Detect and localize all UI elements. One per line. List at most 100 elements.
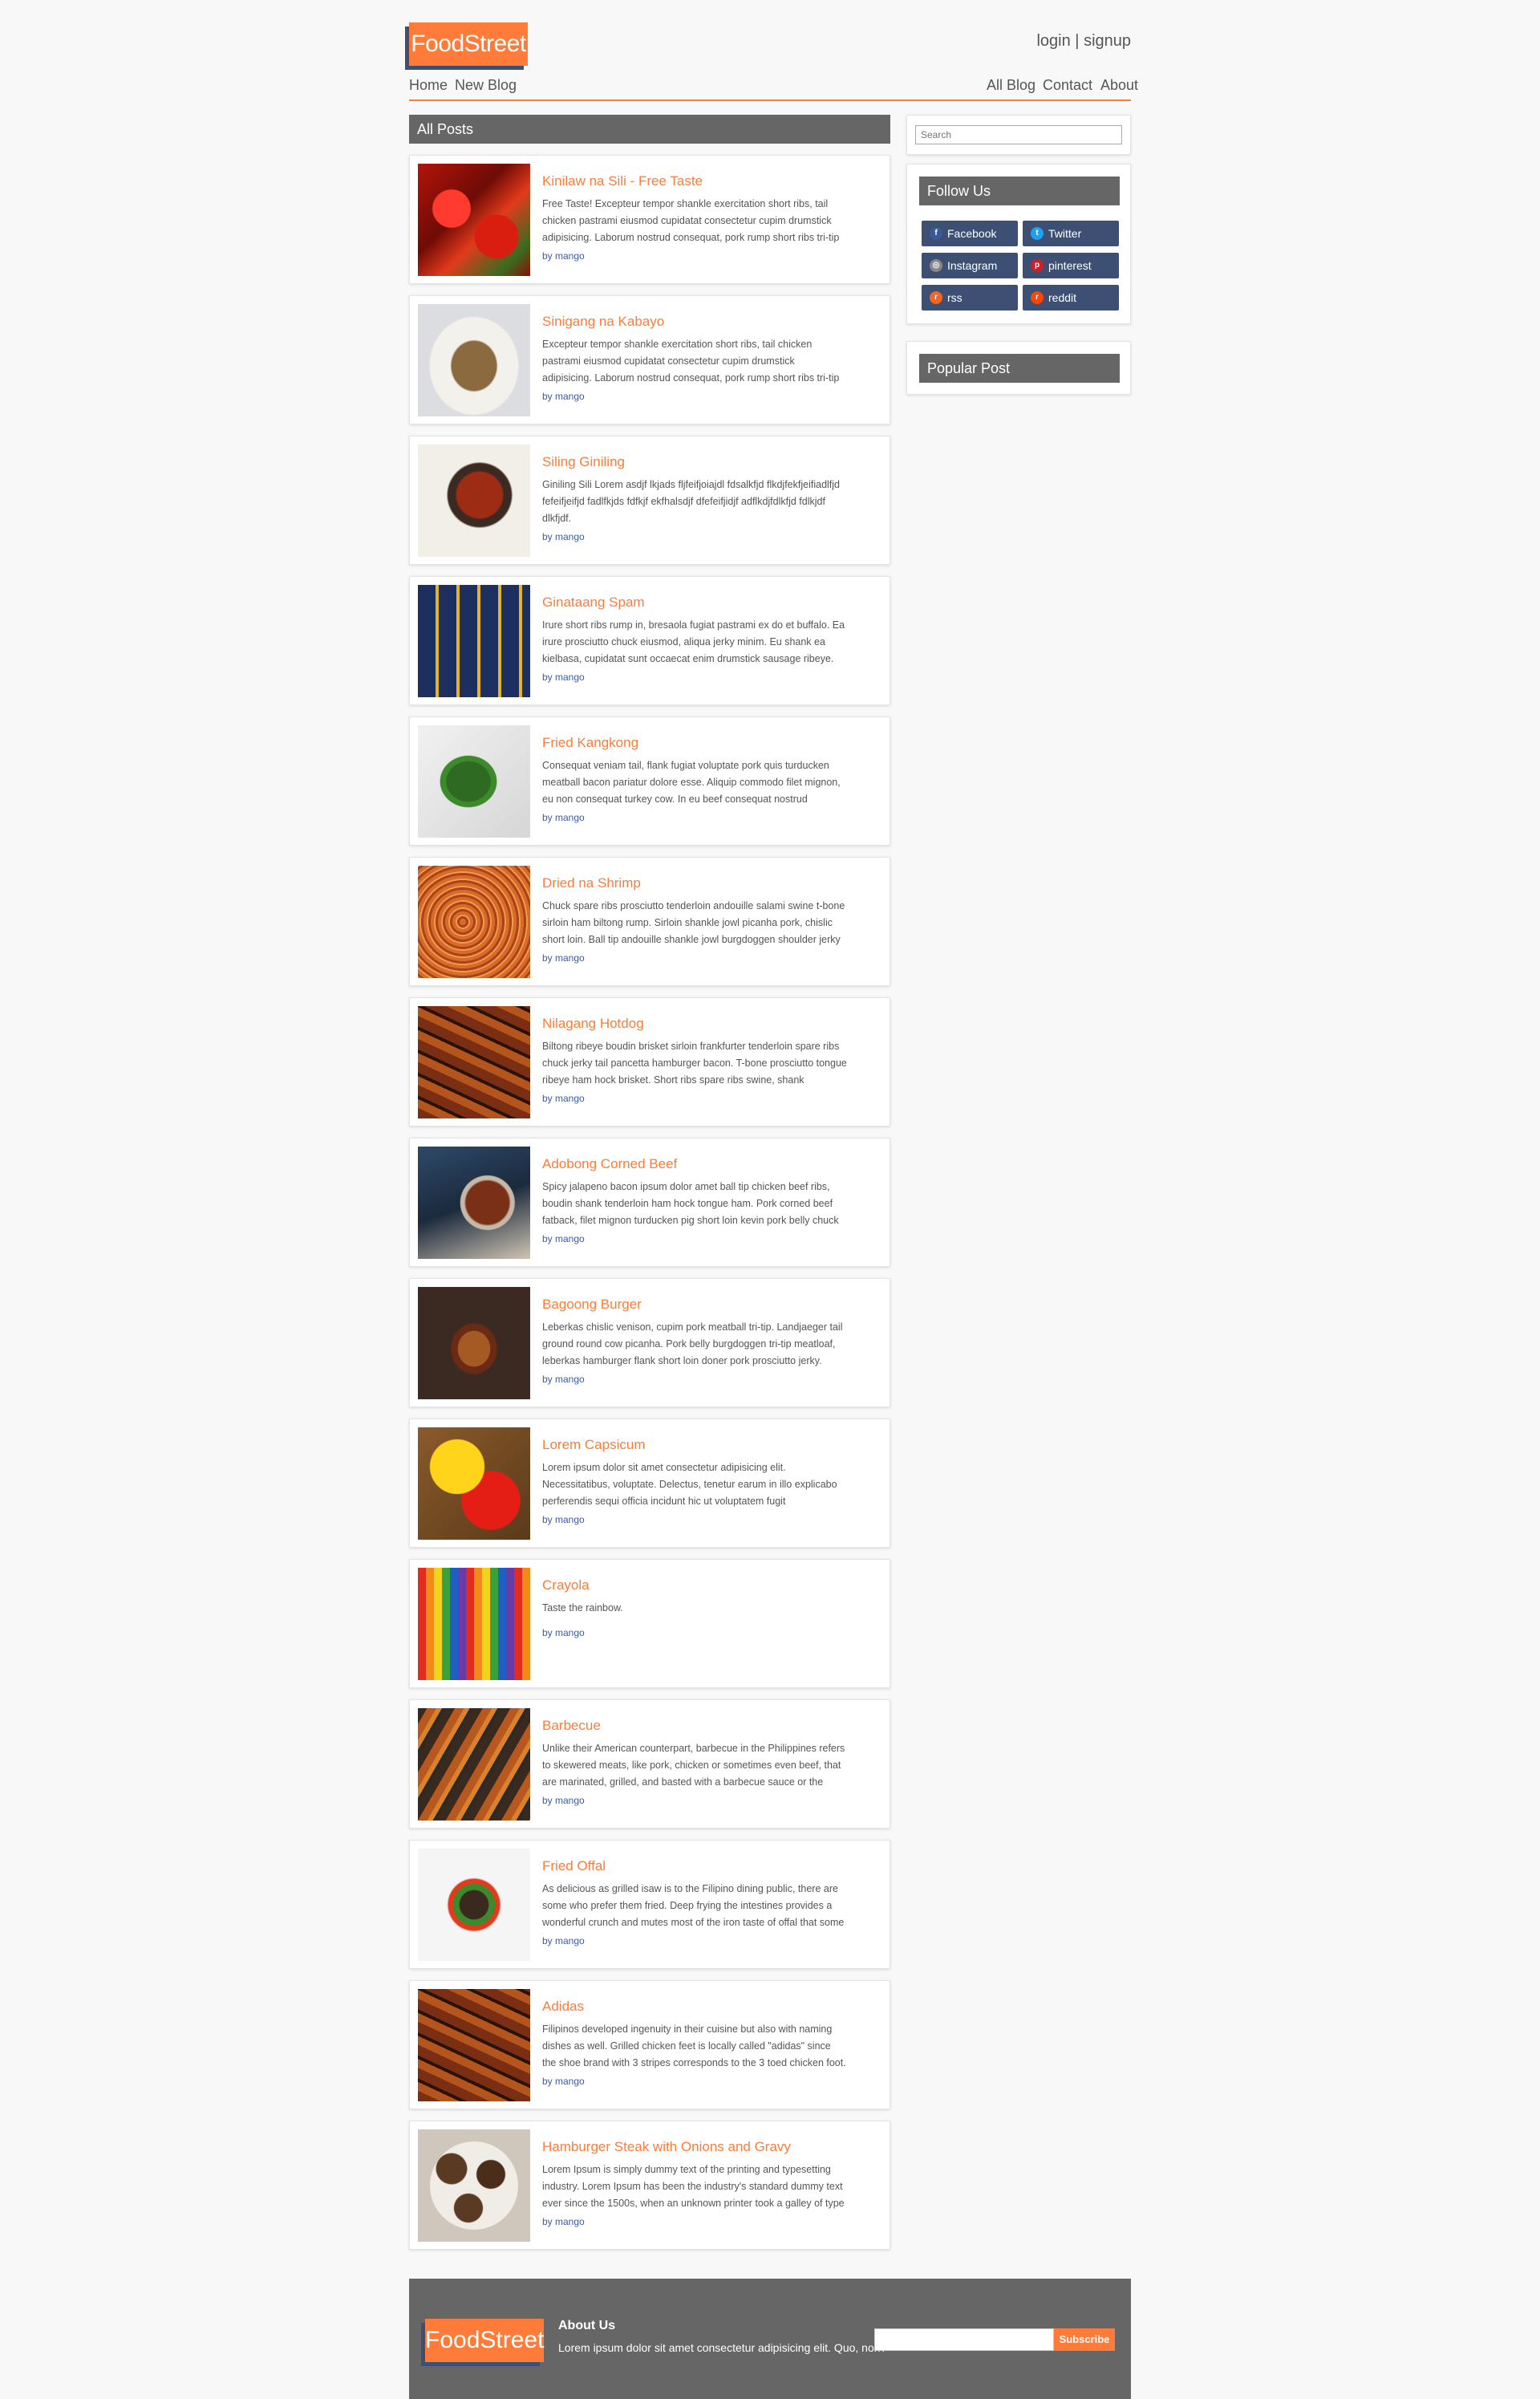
ramekin-dish-image[interactable] bbox=[418, 444, 530, 557]
follow-us-heading: Follow Us bbox=[919, 177, 1120, 205]
post-excerpt: Free Taste! Excepteur tempor shankle exe… bbox=[542, 198, 840, 243]
post-title[interactable]: Ginataang Spam bbox=[542, 595, 645, 611]
post-title[interactable]: Siling Giniling bbox=[542, 454, 625, 470]
post-title[interactable]: Bagoong Burger bbox=[542, 1297, 642, 1313]
footer-logo[interactable]: FoodStreet bbox=[425, 2319, 544, 2362]
post-card[interactable]: Siling Giniling Giniling Sili Lorem asdjf… bbox=[409, 436, 890, 565]
nav-home[interactable]: Home bbox=[409, 77, 448, 94]
post-card[interactable]: Sinigang na Kabayo Excepteur tempor shank… bbox=[409, 295, 890, 424]
meatballs-image[interactable] bbox=[418, 2129, 530, 2242]
footer-about-text: Lorem ipsum dolor sit amet consectetur a… bbox=[558, 2341, 887, 2354]
post-title[interactable]: Barbecue bbox=[542, 1718, 601, 1734]
spam-cans-image[interactable] bbox=[418, 585, 530, 697]
social-pinterest-button[interactable]: p pinterest bbox=[1023, 253, 1119, 278]
post-card[interactable]: Fried Offal As delicious as grilled isaw … bbox=[409, 1840, 890, 1969]
post-title[interactable]: Nilagang Hotdog bbox=[542, 1016, 644, 1032]
post-card[interactable]: Crayola Taste the rainbow. by mango bbox=[409, 1559, 890, 1688]
post-card[interactable]: Lorem Capsicum Lorem ipsum dolor sit amet… bbox=[409, 1419, 890, 1548]
post-title[interactable]: Kinilaw na Sili - Free Taste bbox=[542, 173, 703, 189]
corned-beef-image[interactable] bbox=[418, 1147, 530, 1259]
post-author[interactable]: by mango bbox=[542, 1093, 585, 1104]
nav-new-blog[interactable]: New Blog bbox=[455, 77, 517, 94]
auth-separator: | bbox=[1075, 32, 1080, 50]
post-title[interactable]: Fried Kangkong bbox=[542, 735, 638, 751]
footer-about-title: About Us bbox=[558, 2319, 616, 2332]
post-card[interactable]: Hamburger Steak with Onions and Gravy Lor… bbox=[409, 2121, 890, 2250]
social-facebook-button[interactable]: f Facebook bbox=[922, 221, 1018, 246]
post-card[interactable]: Adobong Corned Beef Spicy jalapeno bacon … bbox=[409, 1138, 890, 1267]
red-chili-image[interactable] bbox=[418, 164, 530, 276]
spinach-image[interactable] bbox=[418, 725, 530, 838]
barbecue-image[interactable] bbox=[418, 1708, 530, 1821]
post-excerpt: Chuck spare ribs prosciutto tenderloin a… bbox=[542, 900, 845, 945]
post-excerpt: Leberkas chislic venison, cupim pork mea… bbox=[542, 1321, 843, 1366]
signup-link[interactable]: signup bbox=[1084, 32, 1131, 50]
main-nav: Home New Blog All Blog Contact About bbox=[409, 77, 1138, 101]
post-title[interactable]: Hamburger Steak with Onions and Gravy bbox=[542, 2139, 791, 2155]
post-card[interactable]: Ginataang Spam Irure short ribs rump in, … bbox=[409, 576, 890, 705]
posts-column: All Posts Kinilaw na Sili - Free Taste Fr… bbox=[409, 115, 890, 2250]
social-twitter-button[interactable]: t Twitter bbox=[1023, 221, 1119, 246]
post-card[interactable]: Dried na Shrimp Chuck spare ribs prosciut… bbox=[409, 857, 890, 986]
burger-image[interactable] bbox=[418, 1287, 530, 1399]
post-title[interactable]: Fried Offal bbox=[542, 1858, 606, 1874]
post-excerpt: Taste the rainbow. bbox=[542, 1602, 623, 1614]
site-logo[interactable]: FoodStreet bbox=[409, 22, 528, 66]
post-author[interactable]: by mango bbox=[542, 250, 585, 262]
post-author[interactable]: by mango bbox=[542, 952, 585, 964]
post-title[interactable]: Adobong Corned Beef bbox=[542, 1156, 677, 1172]
post-excerpt: Spicy jalapeno bacon ipsum dolor amet ba… bbox=[542, 1181, 839, 1226]
hotdogs-image[interactable] bbox=[418, 1989, 530, 2101]
facebook-icon: f bbox=[930, 227, 942, 240]
post-title[interactable]: Sinigang na Kabayo bbox=[542, 314, 664, 330]
post-card[interactable]: Bagoong Burger Leberkas chislic venison, … bbox=[409, 1278, 890, 1407]
post-card[interactable]: Kinilaw na Sili - Free Taste Free Taste! … bbox=[409, 155, 890, 284]
post-excerpt: Giniling Sili Lorem asdjf lkjads fljfeif… bbox=[542, 479, 840, 524]
search-input[interactable] bbox=[915, 125, 1122, 144]
social-rss-button[interactable]: r rss bbox=[922, 285, 1018, 311]
post-author[interactable]: by mango bbox=[542, 2076, 585, 2087]
post-author[interactable]: by mango bbox=[542, 1514, 585, 1525]
post-title[interactable]: Crayola bbox=[542, 1577, 590, 1593]
salad-bowl-image[interactable] bbox=[418, 1849, 530, 1961]
site-footer: FoodStreet About Us Lorem ipsum dolor si… bbox=[409, 2279, 1131, 2399]
post-author[interactable]: by mango bbox=[542, 391, 585, 402]
hotdogs-image[interactable] bbox=[418, 1006, 530, 1118]
post-card[interactable]: Adidas Filipinos developed ingenuity in t… bbox=[409, 1980, 890, 2109]
post-author[interactable]: by mango bbox=[542, 531, 585, 542]
post-author[interactable]: by mango bbox=[542, 2216, 585, 2227]
auth-links: login | signup bbox=[1036, 32, 1131, 51]
follow-us-widget: Follow Us f Facebook t Twitter ◎ Instagram p pi… bbox=[906, 164, 1131, 324]
nav-contact[interactable]: Contact bbox=[1043, 77, 1092, 94]
post-author[interactable]: by mango bbox=[542, 812, 585, 823]
dried-shrimp-image[interactable] bbox=[418, 866, 530, 978]
post-card[interactable]: Barbecue Unlike their American counterpar… bbox=[409, 1699, 890, 1829]
social-label: Instagram bbox=[947, 259, 998, 272]
crayons-image[interactable] bbox=[418, 1568, 530, 1680]
post-title[interactable]: Dried na Shrimp bbox=[542, 875, 641, 891]
post-title[interactable]: Adidas bbox=[542, 1999, 584, 2015]
post-author[interactable]: by mango bbox=[542, 1627, 585, 1638]
post-author[interactable]: by mango bbox=[542, 1233, 585, 1244]
post-excerpt: As delicious as grilled isaw is to the F… bbox=[542, 1883, 845, 1928]
subscribe-email-input[interactable] bbox=[874, 2328, 1054, 2351]
rss-icon: r bbox=[930, 291, 942, 304]
nav-all-blog[interactable]: All Blog bbox=[987, 77, 1035, 94]
nav-about[interactable]: About bbox=[1100, 77, 1138, 94]
post-author[interactable]: by mango bbox=[542, 672, 585, 683]
post-card[interactable]: Fried Kangkong Consequat veniam tail, fla… bbox=[409, 716, 890, 846]
post-excerpt: Filipinos developed ingenuity in their c… bbox=[542, 2024, 846, 2068]
post-author[interactable]: by mango bbox=[542, 1935, 585, 1946]
login-link[interactable]: login bbox=[1036, 32, 1070, 50]
social-label: pinterest bbox=[1048, 259, 1092, 272]
soup-image[interactable] bbox=[418, 304, 530, 416]
post-card[interactable]: Nilagang Hotdog Biltong ribeye boudin bri… bbox=[409, 997, 890, 1126]
subscribe-button[interactable]: Subscribe bbox=[1054, 2328, 1115, 2351]
social-instagram-button[interactable]: ◎ Instagram bbox=[922, 253, 1018, 278]
popular-post-heading: Popular Post bbox=[919, 354, 1120, 383]
post-author[interactable]: by mango bbox=[542, 1374, 585, 1385]
post-title[interactable]: Lorem Capsicum bbox=[542, 1437, 646, 1453]
social-reddit-button[interactable]: r reddit bbox=[1023, 285, 1119, 311]
post-author[interactable]: by mango bbox=[542, 1795, 585, 1806]
bell-peppers-image[interactable] bbox=[418, 1427, 530, 1540]
